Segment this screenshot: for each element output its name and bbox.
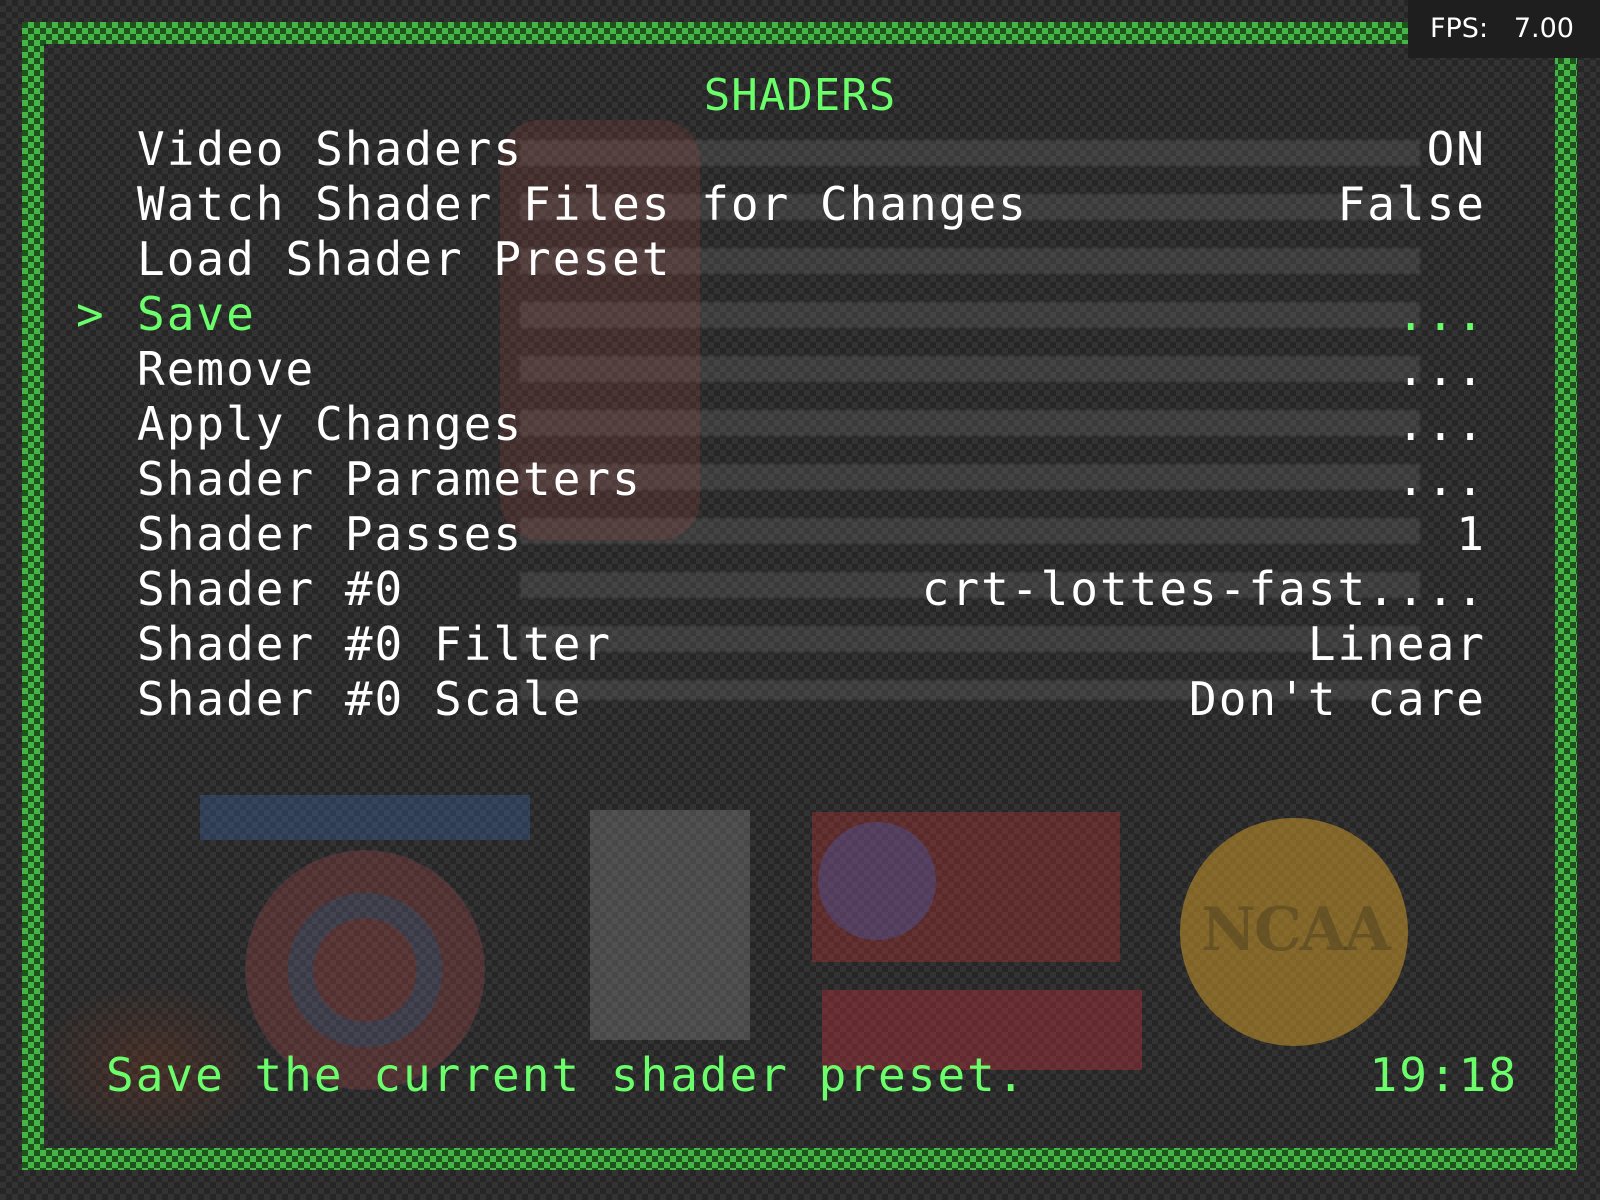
menu-item-value: ON [1426, 122, 1486, 176]
menu-item-save[interactable]: > Save ... [0, 287, 1600, 342]
background-card-logo [590, 810, 750, 1040]
menu-item-label: Video Shaders [137, 122, 524, 176]
menu-item-apply-changes[interactable]: Apply Changes ... [0, 397, 1600, 452]
menu-item-watch-shader-files[interactable]: Watch Shader Files for Changes False [0, 177, 1600, 232]
menu-item-shader-passes[interactable]: Shader Passes 1 [0, 507, 1600, 562]
menu-item-label: Remove [137, 342, 316, 396]
menu-item-label: Watch Shader Files for Changes [137, 177, 1028, 231]
menu-item-remove[interactable]: Remove ... [0, 342, 1600, 397]
menu-item-video-shaders[interactable]: Video Shaders ON [0, 122, 1600, 177]
background-licensing-logo [812, 812, 1120, 962]
background-licensing-emblem [818, 822, 936, 940]
menu-item-label: Apply Changes [137, 397, 524, 451]
background-ncaa-logo [1180, 818, 1408, 1046]
fps-label: FPS: [1430, 13, 1489, 44]
menu-item-value: Linear [1307, 617, 1486, 671]
menu-item-label: Shader #0 Filter [137, 617, 613, 671]
menu-item-value: False [1337, 177, 1486, 231]
background-ncaa-logo-text: NCAA [1201, 895, 1391, 965]
menu-item-label: Save [137, 287, 256, 341]
menu-item-value: crt-lottes-fast.... [921, 562, 1486, 616]
menu-item-value: ... [1396, 397, 1486, 451]
menu-item-label: Shader Passes [137, 507, 524, 561]
menu-item-value: 1 [1456, 507, 1486, 561]
menu-sublabel: Save the current shader preset. [106, 1048, 1027, 1102]
menu-item-shader-0-filter[interactable]: Shader #0 Filter Linear [0, 617, 1600, 672]
menu-item-shader-0-scale[interactable]: Shader #0 Scale Don't care [0, 672, 1600, 727]
menu-item-label: Shader #0 Scale [137, 672, 583, 726]
fps-counter: FPS: 7.00 [1408, 0, 1600, 58]
menu-item-shader-parameters[interactable]: Shader Parameters ... [0, 452, 1600, 507]
menu-item-label: Load Shader Preset [137, 232, 672, 286]
menu-item-label: Shader #0 [137, 562, 405, 616]
menu-item-value: ... [1396, 287, 1486, 341]
background-usa-logo [200, 795, 530, 840]
menu-item-label: Shader Parameters [137, 452, 642, 506]
clock: 19:18 [1369, 1048, 1518, 1102]
selection-cursor-icon: > [76, 287, 104, 341]
menu-list: Video Shaders ON Watch Shader Files for … [0, 122, 1600, 727]
menu-item-value: ... [1396, 452, 1486, 506]
menu-title: SHADERS [703, 70, 897, 121]
menu-item-load-shader-preset[interactable]: Load Shader Preset [0, 232, 1600, 287]
retroarch-menu-screen: NCAA FPS: 7.00 SHADERS Video Shaders ON … [0, 0, 1600, 1200]
fps-value: 7.00 [1513, 13, 1574, 44]
menu-item-value: ... [1396, 342, 1486, 396]
menu-item-value: Don't care [1189, 672, 1486, 726]
menu-item-shader-0[interactable]: Shader #0 crt-lottes-fast.... [0, 562, 1600, 617]
